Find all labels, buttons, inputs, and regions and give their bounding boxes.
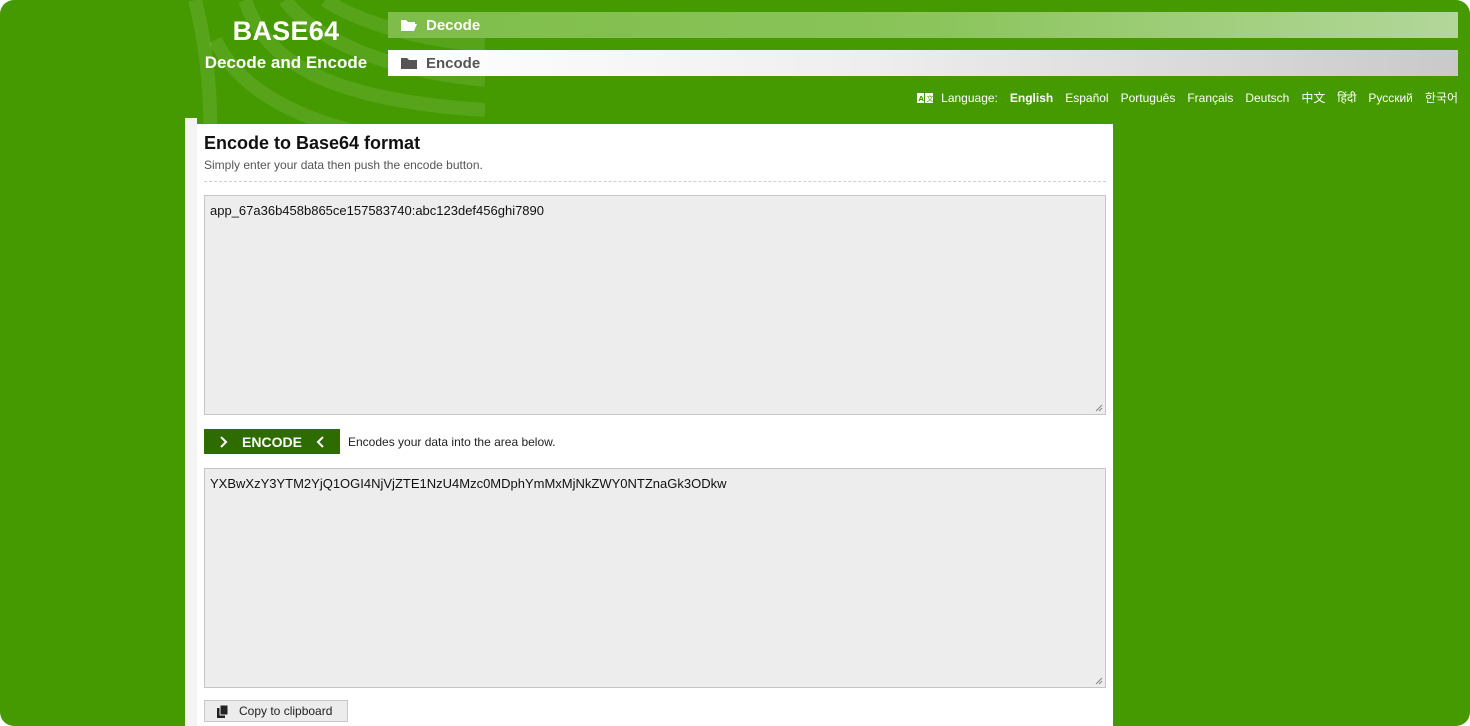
chevron-left-icon xyxy=(316,435,326,448)
encode-panel: Encode to Base64 format Simply enter you… xyxy=(197,124,1113,726)
copy-icon xyxy=(217,704,229,718)
tab-encode-label: Encode xyxy=(426,54,481,72)
language-option-korean[interactable]: 한국어 xyxy=(1425,89,1458,106)
language-option-english[interactable]: English xyxy=(1010,91,1053,105)
page-title: Encode to Base64 format xyxy=(204,133,421,153)
translate-icon: A文 xyxy=(917,92,934,103)
encode-hint: Encodes your data into the area below. xyxy=(348,435,556,449)
logo-title: BASE64 xyxy=(232,16,340,46)
svg-text:A: A xyxy=(919,95,925,103)
input-text: app_67a36b458b865ce157583740:abc123def45… xyxy=(210,203,545,218)
language-option-espanol[interactable]: Español xyxy=(1065,91,1108,105)
encode-button[interactable]: ENCODE xyxy=(204,429,340,454)
language-label: Language: xyxy=(941,90,998,105)
language-bar: A文 Language: English Español Português F… xyxy=(917,89,1458,106)
svg-text:文: 文 xyxy=(927,94,934,103)
divider xyxy=(204,181,1106,182)
resize-grip-icon[interactable] xyxy=(1095,404,1103,412)
language-option-portugues[interactable]: Português xyxy=(1121,91,1176,105)
tab-decode-label: Decode xyxy=(426,16,481,34)
logo-subtitle: Decode and Encode xyxy=(204,53,368,72)
logo[interactable]: BASE64 Decode and Encode xyxy=(197,14,375,76)
output-textarea[interactable]: YXBwXzY3YTM2YjQ1OGI4NjVjZTE1NzU4Mzc0MDph… xyxy=(204,468,1106,688)
page-background: BASE64 Decode and Encode Decode Encode A… xyxy=(0,0,1470,726)
page-subtitle: Simply enter your data then push the enc… xyxy=(204,158,483,172)
language-option-russian[interactable]: Русский xyxy=(1368,91,1413,105)
copy-to-clipboard-button[interactable]: Copy to clipboard xyxy=(204,700,348,722)
tab-decode[interactable]: Decode xyxy=(388,12,1458,38)
language-option-francais[interactable]: Français xyxy=(1187,91,1233,105)
language-option-chinese[interactable]: 中文 xyxy=(1301,89,1325,106)
language-option-deutsch[interactable]: Deutsch xyxy=(1245,91,1289,105)
chevron-right-icon xyxy=(218,435,228,448)
language-option-hindi[interactable]: हिंदी xyxy=(1337,89,1356,106)
tab-encode[interactable]: Encode xyxy=(388,50,1458,76)
input-textarea[interactable]: app_67a36b458b865ce157583740:abc123def45… xyxy=(204,195,1106,415)
folder-icon xyxy=(400,56,418,70)
folder-open-icon xyxy=(400,18,418,32)
left-strip xyxy=(185,118,197,726)
resize-grip-icon[interactable] xyxy=(1095,677,1103,685)
output-text: YXBwXzY3YTM2YjQ1OGI4NjVjZTE1NzU4Mzc0MDph… xyxy=(210,476,727,491)
copy-button-label: Copy to clipboard xyxy=(239,704,333,718)
encode-button-label: ENCODE xyxy=(242,433,302,450)
